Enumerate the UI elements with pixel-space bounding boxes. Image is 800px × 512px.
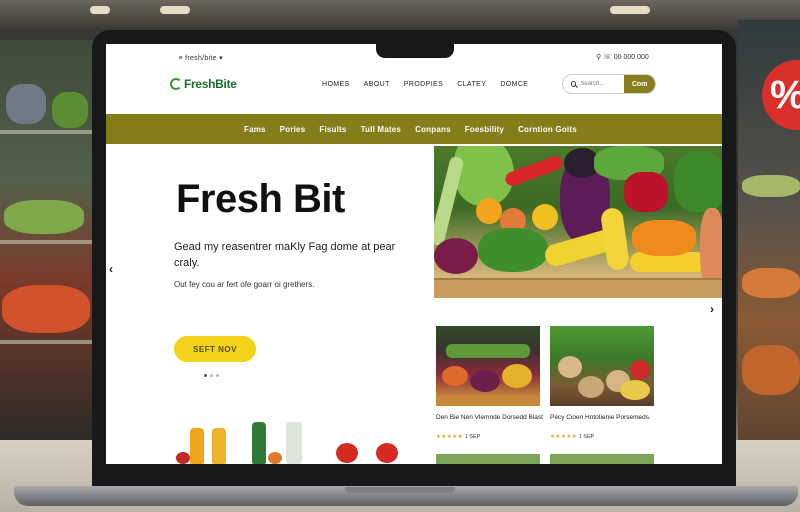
shelf-produce-right	[742, 175, 800, 197]
nav-item-home[interactable]: HOMES	[322, 81, 350, 88]
hero-produce-image	[434, 146, 722, 298]
shop-now-button[interactable]: SEFT NOV	[174, 336, 256, 362]
product-card-image-partial[interactable]	[550, 454, 654, 464]
nav-item-products[interactable]: PRODPIES	[404, 81, 443, 88]
hero-description: Out fey cou ar fert ofe goarr oi grether…	[174, 280, 315, 289]
shelf-edge	[0, 130, 95, 134]
ceiling-light	[610, 6, 650, 14]
rating-stars-icon: ★★★★★	[436, 434, 464, 440]
juice-bottle	[212, 428, 226, 464]
product-card-image-partial[interactable]	[436, 454, 540, 464]
rating-stars-icon: ★★★★★	[550, 434, 578, 440]
product-card-image[interactable]	[436, 326, 540, 406]
logo-text: FreshBite	[184, 77, 237, 91]
red-cabbage	[434, 238, 478, 274]
category-item[interactable]: Foesbility	[465, 125, 504, 134]
category-item[interactable]: Fisults	[319, 125, 346, 134]
category-item[interactable]: Conpans	[415, 125, 451, 134]
ceiling-light	[160, 6, 190, 14]
shelf-plant	[52, 92, 88, 128]
carousel-dot[interactable]	[216, 374, 219, 377]
lemons	[620, 380, 650, 400]
shelf-oranges-right	[742, 268, 800, 298]
orange	[268, 452, 282, 464]
lemon	[532, 204, 558, 230]
carousel-next-icon[interactable]: ›	[710, 302, 714, 316]
search-bar: Com	[562, 74, 656, 94]
cherries	[624, 172, 668, 212]
squash	[502, 364, 532, 388]
celery	[434, 155, 465, 247]
carousel-prev-icon[interactable]: ‹	[109, 262, 113, 276]
top-navigation: HOMES ABOUT PRODPIES CLATEY DOMCE	[322, 81, 528, 88]
shelf-edge	[0, 340, 95, 344]
utility-contact: ⚲ ☏ 00 000 000	[596, 54, 649, 61]
broccoli	[478, 228, 548, 272]
nav-item-contact[interactable]: DOMCE	[500, 81, 528, 88]
shelf-greens	[4, 200, 84, 234]
greens-row	[446, 344, 530, 358]
carousel-dots	[204, 374, 219, 377]
carton	[286, 422, 302, 464]
site-logo[interactable]: FreshBite	[170, 77, 237, 91]
carousel-dot[interactable]	[204, 374, 207, 377]
juice-bottle	[190, 428, 204, 464]
red-cabbage	[470, 370, 500, 392]
shelf-crate-right	[742, 345, 800, 395]
tomato	[376, 443, 398, 463]
carrots	[632, 220, 696, 256]
potato	[578, 376, 604, 398]
category-item[interactable]: Pories	[280, 125, 306, 134]
search-icon	[571, 81, 577, 87]
tomato	[336, 443, 358, 463]
product-card-title[interactable]: Den Bie Nen Vlemnde Dorsedd Blast	[436, 414, 546, 422]
banana	[599, 206, 631, 272]
tomato	[176, 452, 190, 464]
category-bar: Fams Pories Fisults Tull Mates Conpans F…	[106, 114, 722, 144]
product-card-image[interactable]	[550, 326, 654, 406]
nav-item-category[interactable]: CLATEY	[457, 81, 486, 88]
potato	[558, 356, 582, 378]
category-item[interactable]: Corntion Goits	[518, 125, 577, 134]
herbs	[674, 152, 722, 212]
carousel-dot[interactable]	[210, 374, 213, 377]
store-ceiling	[0, 0, 800, 30]
tomatoes-image[interactable]	[332, 439, 404, 464]
product-card-meta: 1 SEP	[578, 434, 595, 440]
crate-rim	[434, 278, 722, 298]
green-bottle	[252, 422, 266, 464]
product-card-rating: ★★★★★ 1 SEP	[436, 434, 480, 440]
hero-title: Fresh Bit	[176, 177, 345, 221]
shelf-edge	[0, 240, 95, 244]
sweet-potatoes	[700, 208, 722, 288]
category-item[interactable]: Fams	[244, 125, 266, 134]
product-card-meta: 1 SEP	[464, 434, 481, 440]
nav-item-about[interactable]: ABOUT	[364, 81, 390, 88]
product-card-rating: ★★★★★ 1 SEP	[550, 434, 594, 440]
camera-notch	[376, 42, 454, 58]
chili-pepper	[503, 154, 565, 188]
orange	[476, 198, 502, 224]
peppers	[442, 366, 468, 386]
product-card-title[interactable]: Pecy Cioen Hntotienie Porsemeds.	[550, 414, 660, 422]
hero-subtitle: Gead my reasentrer maKly Fag dome at pea…	[174, 241, 396, 269]
search-button[interactable]: Com	[624, 75, 655, 93]
tomato	[630, 360, 650, 380]
shelf-bags	[6, 84, 46, 124]
search-input[interactable]	[580, 81, 625, 87]
laptop-screen: ᅠ≡ fresh/bite ▾ ⚲ ☏ 00 000 000 FreshBite…	[106, 44, 722, 464]
category-item[interactable]: Tull Mates	[361, 125, 402, 134]
ceiling-light	[90, 6, 110, 14]
leaf-logo-icon	[170, 78, 182, 90]
utility-menu[interactable]: ᅠ≡ fresh/bite ▾	[172, 53, 223, 63]
shelf-tomatoes	[2, 285, 90, 333]
laptop-opening-groove	[345, 487, 455, 493]
bottles-image[interactable]	[172, 422, 304, 464]
